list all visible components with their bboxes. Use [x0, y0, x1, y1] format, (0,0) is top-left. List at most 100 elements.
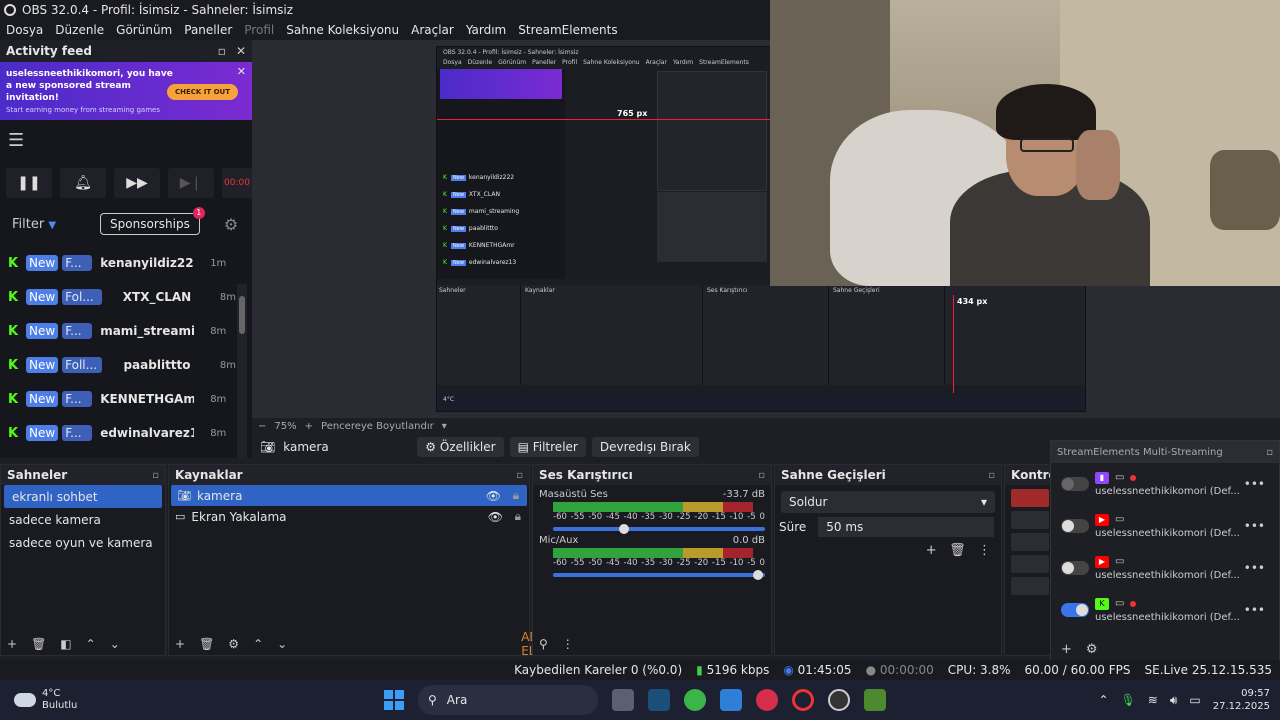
weather-widget[interactable]: 4°C Bulutlu	[14, 688, 384, 712]
menu-edit[interactable]: Düzenle	[55, 23, 104, 37]
stop-streaming-button[interactable]	[1011, 489, 1049, 507]
promo-close-icon[interactable]: ✕	[237, 65, 246, 78]
destination-toggle[interactable]	[1061, 477, 1089, 491]
trash-icon[interactable]: 🗑︎	[949, 543, 966, 558]
source-item[interactable]: ▭ Ekran Yakalama 👁︎ 🔒︎	[169, 506, 529, 527]
volume-knob[interactable]	[619, 524, 629, 534]
menu-profile[interactable]: Profil	[244, 23, 274, 37]
control-button[interactable]	[1011, 533, 1049, 551]
obs-icon[interactable]	[828, 689, 850, 711]
eye-icon[interactable]: 👁︎	[486, 489, 501, 503]
destination-toggle[interactable]	[1061, 603, 1089, 617]
menu-scene-collection[interactable]: Sahne Koleksiyonu	[286, 23, 399, 37]
skip-end-button[interactable]: ▶❘	[168, 168, 214, 198]
control-button[interactable]	[1011, 577, 1049, 595]
more-icon[interactable]: •••	[1244, 477, 1265, 491]
add-icon[interactable]: +	[1061, 642, 1072, 657]
more-icon[interactable]: ⋮	[978, 543, 991, 558]
outlook-icon[interactable]	[720, 689, 742, 711]
feed-item[interactable]: K New F... kenanyildiz222 1m	[0, 246, 236, 280]
more-icon[interactable]: •••	[1244, 561, 1265, 575]
menu-view[interactable]: Görünüm	[116, 23, 172, 37]
float-dock-icon[interactable]: ▫	[516, 470, 523, 481]
scene-item[interactable]: ekranlı sohbet	[4, 485, 162, 508]
source-item[interactable]: 📷︎ kamera 👁︎ 🔒︎	[171, 485, 527, 506]
close-icon[interactable]: ▫	[1266, 447, 1273, 458]
link-icon[interactable]: ⚲	[539, 637, 548, 651]
scrollbar-thumb[interactable]	[239, 296, 245, 334]
add-icon[interactable]: +	[926, 543, 937, 558]
gear-icon[interactable]: ⚙	[1086, 642, 1098, 657]
filter-dropdown[interactable]: Filter ▼	[12, 217, 56, 232]
scene-item[interactable]: sadece oyun ve kamera	[1, 531, 165, 554]
menu-help[interactable]: Yardım	[466, 23, 506, 37]
chevron-down-icon[interactable]: ▾	[442, 421, 447, 432]
more-icon[interactable]: ⋮	[562, 637, 574, 651]
trash-icon[interactable]: 🗑︎	[199, 637, 214, 651]
control-button[interactable]	[1011, 511, 1049, 529]
destination-toggle[interactable]	[1061, 561, 1089, 575]
windows-start-icon[interactable]	[384, 690, 404, 710]
more-icon[interactable]: •••	[1244, 603, 1265, 617]
volume-icon[interactable]: 🔊︎	[1170, 693, 1178, 708]
sponsorships-button[interactable]: Sponsorships 1	[100, 207, 205, 235]
feed-scrollbar[interactable]	[237, 284, 247, 458]
bell-button[interactable]: 🔔︎	[60, 168, 106, 198]
chevron-up-icon[interactable]: ⌃	[1098, 693, 1108, 707]
volume-knob[interactable]	[753, 570, 763, 580]
menu-docks[interactable]: Paneller	[184, 23, 232, 37]
gear-icon[interactable]: ⚙	[224, 215, 238, 234]
menu-tools[interactable]: Araçlar	[411, 23, 454, 37]
arrow-down-icon[interactable]: ⌄	[277, 637, 287, 651]
lock-icon[interactable]: 🔒︎	[515, 509, 521, 524]
destination-toggle[interactable]	[1061, 519, 1089, 533]
zoom-in-button[interactable]: +	[305, 421, 313, 432]
app-green-icon[interactable]	[684, 689, 706, 711]
hamburger-menu-icon[interactable]: ☰	[0, 120, 252, 160]
float-dock-icon[interactable]: ▫	[218, 44, 226, 58]
feed-item[interactable]: K NewF... mami_streaming 8m	[0, 314, 236, 348]
add-icon[interactable]: +	[7, 637, 17, 651]
task-view-icon[interactable]	[612, 689, 634, 711]
battery-icon[interactable]: ▭	[1189, 693, 1200, 707]
deactivate-button[interactable]: Devredışı Bırak	[591, 437, 699, 457]
transition-select[interactable]: Soldur ▾	[781, 491, 995, 513]
pinterest-icon[interactable]	[756, 689, 778, 711]
gear-icon[interactable]: ⚙	[228, 637, 239, 651]
zoom-out-button[interactable]: −	[258, 421, 266, 432]
arrow-up-icon[interactable]: ⌃	[86, 637, 96, 651]
volume-slider[interactable]	[553, 524, 765, 534]
close-icon[interactable]: ✕	[236, 44, 246, 58]
feed-item[interactable]: K New Fol... XTX_CLAN 8m	[0, 280, 236, 314]
skip-button[interactable]: ▶▶	[114, 168, 160, 198]
arrow-up-icon[interactable]: ⌃	[253, 637, 263, 651]
feed-item[interactable]: K New F... KENNETHGAmr 8m	[0, 382, 236, 416]
menu-streamelements[interactable]: StreamElements	[518, 23, 617, 37]
minecraft-icon[interactable]	[864, 689, 886, 711]
lock-icon[interactable]: 🔒︎	[513, 488, 519, 503]
opera-icon[interactable]	[792, 689, 814, 711]
menu-file[interactable]: Dosya	[6, 23, 43, 37]
add-icon[interactable]: +	[175, 637, 185, 651]
duration-input[interactable]: 50 ms	[818, 517, 995, 537]
volume-slider[interactable]	[553, 570, 765, 580]
filter-icon[interactable]: ◧	[60, 637, 71, 651]
pause-button[interactable]: ❚❚	[6, 168, 52, 198]
more-icon[interactable]: •••	[1244, 519, 1265, 533]
feed-item[interactable]: K New Foll... paablittto 8m	[0, 348, 236, 382]
float-dock-icon[interactable]: ▫	[988, 470, 995, 481]
taskbar-search[interactable]: ⚲ Ara	[418, 685, 598, 715]
mic-icon[interactable]: 🎙︎	[1121, 693, 1136, 707]
trash-icon[interactable]: 🗑︎	[31, 637, 46, 651]
wifi-icon[interactable]: ≋	[1148, 693, 1158, 707]
eye-icon[interactable]: 👁︎	[488, 510, 503, 524]
check-it-out-button[interactable]: CHECK IT OUT	[166, 84, 238, 100]
clock[interactable]: 09:57 27.12.2025	[1213, 687, 1270, 713]
properties-button[interactable]: ⚙ Özellikler	[417, 437, 504, 457]
feed-item[interactable]: K NewF... edwinalvarez13 8m	[0, 416, 236, 450]
resize-to-window[interactable]: Pencereye Boyutlandır	[321, 421, 434, 432]
filters-button[interactable]: ▤ Filtreler	[509, 437, 586, 457]
scene-item[interactable]: sadece kamera	[1, 508, 165, 531]
float-dock-icon[interactable]: ▫	[758, 470, 765, 481]
arrow-down-icon[interactable]: ⌄	[110, 637, 120, 651]
